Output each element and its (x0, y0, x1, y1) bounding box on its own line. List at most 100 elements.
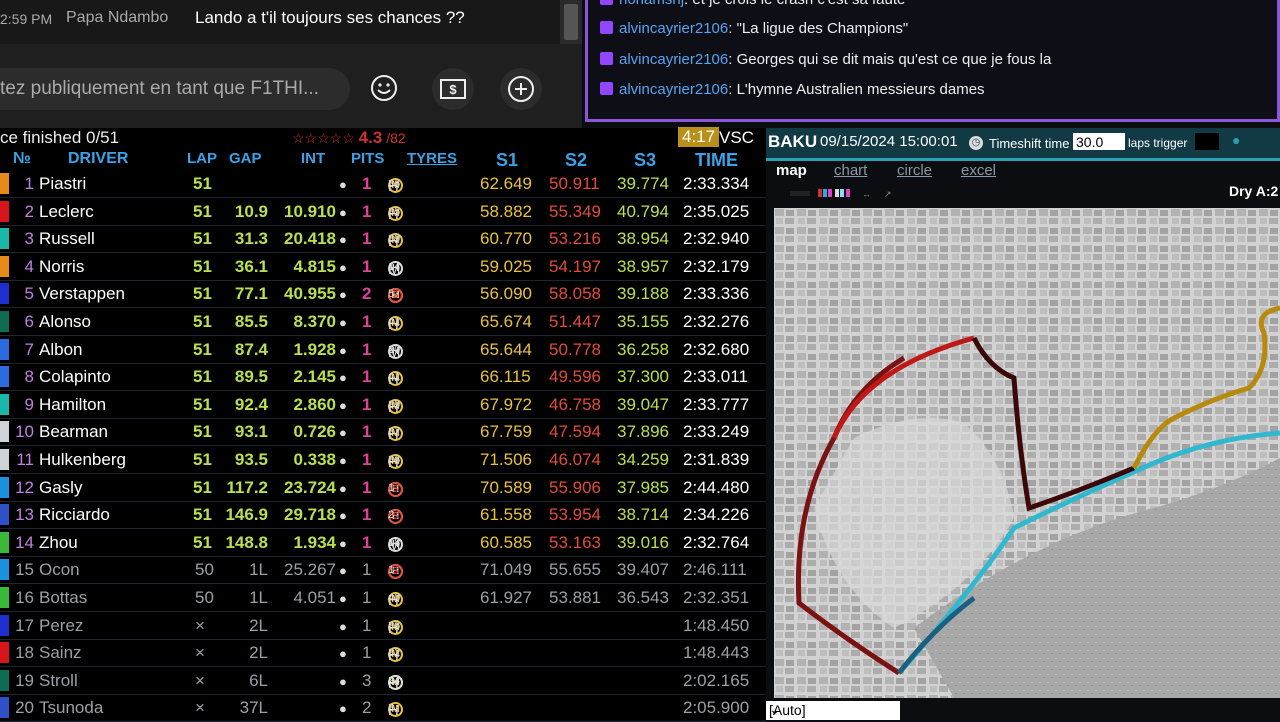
table-row[interactable]: 10 Bearman 51 93.1 0.726 ● 1 M H 37 67.759 47.594 37… (0, 418, 766, 447)
table-row[interactable]: 15 Ocon 50 1L 25.267 ● 1 H S 1 71.049 55.655 39.407 2… (0, 556, 766, 585)
tab-chart[interactable]: chart (834, 162, 867, 179)
header-int[interactable]: INT (301, 150, 325, 167)
table-row[interactable]: 2 Leclerc 51 10.9 10.910 ● 1 M H 35 58.882 55.349 40… (0, 198, 766, 226)
table-row[interactable]: 4 Norris 51 36.1 4.815 ● 1 H M 14 59.025 54.197 38.9… (0, 253, 766, 281)
emoji-button[interactable] (364, 68, 404, 108)
team-color-bar (0, 504, 9, 526)
lap-time: 2:32.680 (683, 339, 750, 359)
rating[interactable]: ☆☆☆☆☆ 4.3 /82 (292, 128, 406, 148)
interval: 2.860 (293, 394, 336, 414)
table-row[interactable]: 7 Albon 51 87.4 1.928 ● 1 H M 20 65.644 50.778 36.25… (0, 336, 766, 364)
table-row[interactable]: 5 Verstappen 51 77.1 40.955 ● 2 M H S 5 56.090 58.05… (0, 280, 766, 309)
driver-name[interactable]: Russell (39, 229, 95, 249)
chat-scrollbar[interactable] (560, 0, 582, 44)
driver-name[interactable]: Stroll (39, 671, 78, 691)
table-row[interactable]: 3 Russell 51 31.3 20.418 ● 1 M H 39 60.770 53.216 38… (0, 225, 766, 254)
sector-3: 38.714 (617, 505, 669, 525)
table-row[interactable]: 9 Hamilton 51 92.4 2.860 ● 1 M H 39 67.972 46.758 39… (0, 391, 766, 419)
driver-name[interactable]: Hamilton (39, 395, 106, 415)
driver-name[interactable]: Perez (39, 616, 83, 636)
pit-count: 1 (362, 532, 372, 552)
header-s2[interactable]: S2 (565, 150, 587, 171)
driver-name[interactable]: Alonso (39, 312, 91, 332)
satellite-track-map[interactable] (774, 208, 1280, 698)
driver-name[interactable]: Albon (39, 340, 82, 360)
tab-circle[interactable]: circle (897, 162, 932, 179)
status-dot-icon: ● (339, 259, 347, 275)
table-row[interactable]: 20 Tsunoda × 37L ● 2 M H 3 2:05.900 (0, 694, 766, 722)
header-pits[interactable]: PITS (351, 150, 384, 167)
driver-name[interactable]: Verstappen (39, 284, 125, 304)
header-s1[interactable]: S1 (496, 150, 518, 171)
gap: 93.1 (234, 422, 268, 442)
driver-name[interactable]: Piastri (39, 174, 86, 194)
add-button[interactable] (500, 68, 542, 110)
status-dot-icon: ● (339, 425, 347, 441)
tab-excel[interactable]: excel (961, 162, 996, 179)
driver-name[interactable]: Leclerc (39, 202, 94, 222)
driver-name[interactable]: Bearman (39, 422, 108, 442)
driver-name[interactable]: Tsunoda (39, 698, 103, 718)
driver-name[interactable]: Hulkenberg (39, 450, 126, 470)
header-time[interactable]: TIME (695, 150, 738, 171)
laps-trigger-input[interactable] (1195, 133, 1219, 150)
pit-count: 1 (362, 312, 372, 331)
header-s3[interactable]: S3 (634, 150, 656, 171)
tyre-age: 5 (388, 288, 395, 301)
gap: 93.5 (234, 450, 268, 469)
header-gap[interactable]: GAP (229, 150, 262, 167)
table-row[interactable]: 18 Sainz × 2L ● 1 M H 32 1:48.443 (0, 639, 766, 668)
super-chat-button[interactable]: $ (432, 68, 474, 110)
table-row[interactable]: 8 Colapinto 51 89.5 2.145 ● 1 M H 41 66.115 49.596 3… (0, 363, 766, 392)
gap: 1L (249, 560, 268, 580)
driver-name[interactable]: Ricciardo (39, 505, 110, 525)
driver-name[interactable]: Zhou (39, 533, 78, 553)
twitch-username[interactable]: nonamshj (619, 0, 684, 8)
table-row[interactable]: 14 Zhou 51 148.8 1.934 ● 1 H M 18 60.585 53.163 39.0… (0, 529, 766, 557)
table-row[interactable]: 11 Hulkenberg 51 93.5 0.338 ● 1 M H 36 71.506 46.07… (0, 446, 766, 474)
laps: × (195, 670, 205, 690)
tyre-age: 1 (388, 481, 395, 494)
laps: 51 (193, 367, 212, 387)
laps: 51 (193, 174, 212, 193)
header-lap[interactable]: LAP (187, 150, 217, 167)
status-dot-icon: ● (339, 370, 347, 386)
driver-name[interactable]: Gasly (39, 478, 82, 498)
table-row[interactable]: 19 Stroll × 6L ● 3 M H H 24 2:02.165 (0, 667, 766, 695)
table-row[interactable]: 17 Perez × 2L ● 1 M H 36 1:48.450 (0, 612, 766, 640)
view-select[interactable]: [Auto] ⌄ (766, 701, 900, 720)
driver-name[interactable]: Ocon (39, 560, 80, 580)
gap: 85.5 (234, 312, 268, 331)
twitch-username[interactable]: alvincayrier2106 (619, 20, 728, 37)
timeshift-input[interactable] (1073, 133, 1125, 150)
driver-name[interactable]: Bottas (39, 588, 87, 608)
sector-3: 39.047 (617, 394, 669, 414)
table-row[interactable]: 1 Piastri 51 ● 1 M H 36 62.649 50.911 39.774 2:33.3… (0, 170, 766, 198)
header-tyres[interactable]: TYRES (407, 150, 457, 167)
driver-name[interactable]: Colapinto (39, 367, 111, 387)
driver-name[interactable]: Norris (39, 257, 84, 277)
header-driver[interactable]: DRIVER (68, 150, 128, 168)
twitch-username[interactable]: alvincayrier2106 (619, 81, 728, 98)
gap: 2L (249, 615, 268, 635)
laps: 51 (193, 256, 212, 276)
chat-input[interactable]: tez publiquement en tant que F1THI... (0, 68, 350, 110)
sector-1: 66.115 (480, 367, 531, 387)
table-row[interactable]: 12 Gasly 51 117.2 23.724 ● 1 H S 1 70.589 55.906 37.… (0, 474, 766, 502)
laps: 51 (193, 477, 212, 497)
table-row[interactable]: 6 Alonso 51 85.5 8.370 ● 1 M H 41 65.674 51.447 35.1… (0, 308, 766, 336)
header-pos[interactable]: № (13, 150, 31, 168)
message-author[interactable]: Papa Ndambo (66, 9, 168, 27)
tab-map[interactable]: map (776, 162, 807, 179)
position: 3 (24, 229, 34, 249)
table-row[interactable]: 13 Ricciardo 51 146.9 29.718 ● 1 H S 2 61.558 53.95… (0, 501, 766, 530)
gap: 2L (249, 643, 268, 663)
team-color-bar (0, 697, 9, 719)
laps-trigger-label: laps trigger (1128, 136, 1188, 150)
table-row[interactable]: 16 Bottas 50 1L 4.051 ● 1 M H 40 61.927 53.881 36.54… (0, 584, 766, 612)
pit-count: 1 (362, 560, 372, 580)
team-color-bar (0, 614, 9, 636)
sector-3: 39.407 (617, 560, 669, 580)
driver-name[interactable]: Sainz (39, 643, 82, 663)
twitch-username[interactable]: alvincayrier2106 (619, 51, 728, 68)
